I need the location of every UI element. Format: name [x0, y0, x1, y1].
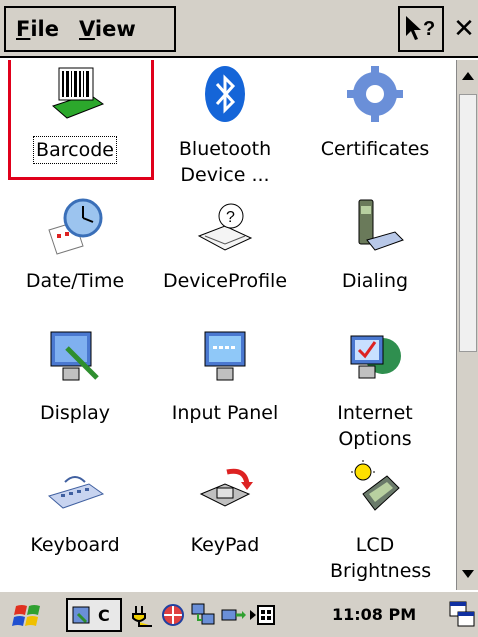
- system-tray: [130, 598, 276, 632]
- svg-text:?: ?: [423, 18, 435, 40]
- scroll-thumb[interactable]: [459, 94, 477, 352]
- control-panel-icon: [72, 606, 90, 624]
- item-dialing[interactable]: Dialing: [300, 192, 450, 322]
- item-keyboard[interactable]: Keyboard: [0, 456, 150, 586]
- globe-monitor-icon: [350, 335, 401, 379]
- bluetooth-icon: [205, 66, 245, 122]
- item-bluetooth[interactable]: Bluetooth Device ...: [150, 60, 300, 190]
- menu-group: File View: [4, 6, 176, 52]
- svg-text:?: ?: [226, 209, 235, 226]
- sync-icon[interactable]: [220, 602, 246, 628]
- item-datetime[interactable]: Date/Time: [0, 192, 150, 322]
- close-button[interactable]: ✕: [450, 6, 478, 52]
- item-label: Display: [39, 402, 111, 424]
- arrow-down-icon: [462, 570, 474, 578]
- show-desktop-icon[interactable]: [448, 598, 476, 632]
- item-label: Bluetooth Device ...: [178, 138, 272, 186]
- item-keypad[interactable]: KeyPad: [150, 456, 300, 586]
- lightbulb-device-icon: [351, 460, 400, 511]
- clock[interactable]: 11:08 PM: [332, 598, 416, 632]
- windows-start-icon[interactable]: [12, 600, 44, 632]
- help-button[interactable]: ?: [398, 6, 444, 52]
- item-label: Input Panel: [171, 402, 279, 424]
- keypad-icon: [199, 468, 253, 507]
- item-label: KeyPad: [190, 534, 260, 556]
- item-certificates[interactable]: Certificates: [300, 60, 450, 190]
- vertical-scrollbar[interactable]: [456, 60, 478, 590]
- task-label: C: [98, 605, 110, 625]
- menu-view[interactable]: View: [69, 17, 146, 41]
- item-label: Certificates: [320, 138, 430, 160]
- monitor-keyboard-icon: [204, 331, 246, 381]
- item-label: Barcode: [33, 136, 117, 164]
- item-display[interactable]: Display: [0, 324, 150, 454]
- arrow-up-icon: [462, 72, 474, 80]
- item-label: Keyboard: [30, 534, 120, 556]
- item-label: DeviceProfile: [162, 270, 288, 292]
- network-globe-icon[interactable]: [160, 602, 186, 628]
- help-book-icon: ?: [197, 203, 253, 251]
- menu-view-rest: iew: [94, 17, 136, 41]
- item-inputpanel[interactable]: Input Panel: [150, 324, 300, 454]
- power-plug-icon[interactable]: [130, 602, 156, 628]
- item-lcdbrightness[interactable]: LCD Brightness: [300, 456, 450, 586]
- item-label: Date/Time: [25, 270, 125, 292]
- task-button[interactable]: C: [66, 598, 122, 632]
- barcode-scanner-icon: [52, 67, 105, 119]
- item-internetoptions[interactable]: Internet Options: [300, 324, 450, 454]
- item-label: Internet Options: [337, 402, 413, 450]
- keyboard-input-icon[interactable]: [250, 602, 276, 628]
- computers-icon[interactable]: [190, 602, 216, 628]
- clock-calendar-icon: [48, 198, 103, 255]
- monitor-brush-icon: [50, 331, 99, 381]
- item-label: Dialing: [341, 270, 409, 292]
- menu-file[interactable]: File: [6, 17, 69, 41]
- taskbar: C 11:08 PM: [0, 590, 478, 637]
- scroll-down-button[interactable]: [457, 558, 478, 590]
- scroll-up-button[interactable]: [457, 60, 478, 92]
- close-icon: ✕: [453, 14, 475, 44]
- keyboard-icon: [47, 476, 105, 509]
- gear-icon: [347, 66, 403, 122]
- help-cursor-icon: ?: [406, 16, 435, 40]
- item-deviceprofile[interactable]: ? DeviceProfile: [150, 192, 300, 322]
- phone-modem-icon: [358, 199, 404, 251]
- menu-bar: File View ? ✕: [0, 0, 478, 58]
- item-label: LCD Brightness: [330, 534, 432, 582]
- item-barcode[interactable]: Barcode: [0, 60, 154, 190]
- control-panel-grid: Barcode Bluetooth Device ... Certificate…: [0, 60, 456, 590]
- menu-file-rest: ile: [30, 17, 59, 41]
